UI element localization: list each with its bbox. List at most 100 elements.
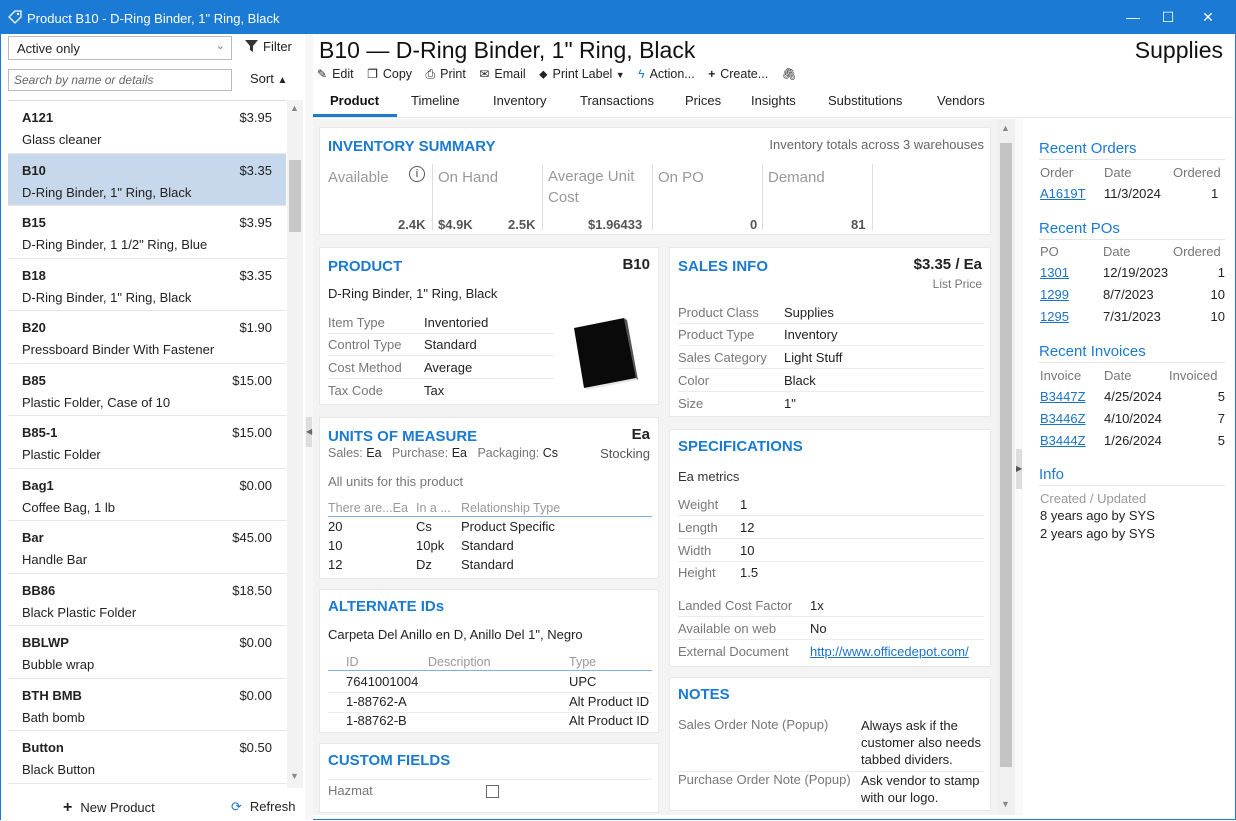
row-divider bbox=[328, 333, 554, 334]
collapse-right-icon[interactable]: ▶ bbox=[1016, 449, 1022, 489]
product-list-item[interactable]: Bar $45.00 Handle Bar bbox=[8, 521, 286, 574]
on-hand-qty: 2.5K bbox=[508, 217, 536, 232]
product-list-item[interactable]: B85-1 $15.00 Plastic Folder bbox=[8, 416, 286, 469]
product-price: $45.00 bbox=[232, 530, 272, 545]
search-input[interactable]: Search by name or details bbox=[8, 69, 232, 91]
order-link[interactable]: A1619T bbox=[1040, 186, 1086, 201]
po-link[interactable]: 1295 bbox=[1040, 309, 1069, 324]
minimize-button[interactable]: — bbox=[1123, 7, 1143, 27]
tax-code-label: Tax Code bbox=[328, 383, 383, 398]
collapse-left-icon[interactable]: ◀ bbox=[306, 417, 312, 447]
product-list-pane: Active only ⌄ Filter Search by name or d… bbox=[1, 34, 305, 820]
tab-product[interactable]: Product bbox=[330, 93, 379, 108]
product-code: B18 bbox=[22, 267, 46, 283]
product-list-item[interactable]: B10 $3.35 D-Ring Binder, 1" Ring, Black bbox=[8, 153, 286, 206]
invoices-date: 4/25/2024 bbox=[1104, 389, 1162, 404]
scroll-down-icon[interactable]: ▼ bbox=[290, 771, 299, 781]
print-button[interactable]: ⎙ Print bbox=[426, 67, 466, 81]
email-button[interactable]: ✉ Email bbox=[479, 67, 525, 81]
filter-label: Filter bbox=[263, 39, 292, 54]
status-filter-select[interactable]: Active only ⌄ bbox=[8, 36, 232, 60]
product-price: $15.00 bbox=[232, 425, 272, 440]
product-list-item[interactable]: B20 $1.90 Pressboard Binder With Fastener bbox=[8, 311, 286, 364]
sales-info-title: SALES INFO bbox=[678, 258, 769, 275]
po-link[interactable]: 1299 bbox=[1040, 287, 1069, 302]
right-splitter[interactable]: ▶ bbox=[1015, 119, 1023, 815]
updated-value: 2 years ago by SYS bbox=[1040, 526, 1155, 541]
invoice-link[interactable]: B3446Z bbox=[1040, 411, 1086, 426]
copy-icon: ❐ bbox=[367, 67, 378, 81]
section-divider bbox=[1039, 485, 1225, 486]
product-list-item[interactable]: Bag1 $0.00 Coffee Bag, 1 lb bbox=[8, 468, 286, 521]
refresh-button[interactable]: ⟳ Refresh bbox=[231, 799, 295, 815]
product-description: Black Button bbox=[22, 762, 95, 777]
inventory-summary-card: INVENTORY SUMMARY Inventory totals acros… bbox=[319, 127, 991, 235]
scroll-down-icon[interactable]: ▼ bbox=[1001, 799, 1010, 809]
invoice-link[interactable]: B3447Z bbox=[1040, 389, 1086, 404]
scroll-up-icon[interactable]: ▲ bbox=[1001, 123, 1010, 133]
tab-transactions[interactable]: Transactions bbox=[580, 93, 654, 108]
close-button[interactable]: ✕ bbox=[1198, 7, 1218, 27]
product-price: $3.35 bbox=[239, 267, 272, 283]
product-list-item[interactable]: BB86 $18.50 Black Plastic Folder bbox=[8, 573, 286, 626]
external-document-link[interactable]: http://www.officedepot.com/ bbox=[810, 644, 984, 659]
row-divider bbox=[678, 515, 984, 516]
product-list-item[interactable]: Button $0.50 Black Button bbox=[8, 731, 286, 784]
color-label: Color bbox=[678, 373, 710, 388]
create-button[interactable]: + Create... bbox=[708, 67, 768, 81]
custom-fields-title: CUSTOM FIELDS bbox=[328, 752, 451, 769]
info-icon[interactable]: i bbox=[409, 166, 425, 182]
row-divider bbox=[678, 538, 984, 539]
order-qty: 1 bbox=[1211, 186, 1219, 201]
scroll-up-icon[interactable]: ▲ bbox=[290, 103, 299, 113]
product-price: $18.50 bbox=[232, 582, 272, 598]
width-value: 10 bbox=[740, 543, 755, 558]
product-type-value: Inventory bbox=[784, 327, 838, 342]
uom-col-header: There are...Ea bbox=[328, 501, 408, 515]
sort-button[interactable]: Sort ▲ bbox=[250, 71, 287, 86]
print-label-button[interactable]: ⬥ Print Label ▼ bbox=[539, 67, 625, 81]
po-link[interactable]: 1301 bbox=[1040, 265, 1069, 280]
tab-vendors[interactable]: Vendors bbox=[937, 93, 985, 108]
orders-col-header: Order bbox=[1040, 165, 1074, 180]
color-value: Black bbox=[784, 373, 816, 388]
alt-id-cell: UPC bbox=[569, 674, 597, 689]
hazmat-checkbox[interactable] bbox=[486, 785, 499, 798]
product-list-item[interactable]: BBLWP $0.00 Bubble wrap bbox=[8, 626, 286, 679]
tab-substitutions[interactable]: Substitutions bbox=[828, 93, 902, 108]
product-image[interactable] bbox=[572, 318, 640, 392]
left-splitter[interactable]: ◀ bbox=[305, 34, 313, 820]
edit-button[interactable]: ✎ Edit bbox=[317, 67, 354, 81]
filter-button[interactable]: Filter bbox=[245, 39, 292, 54]
recent-invoices-title: Recent Invoices bbox=[1039, 343, 1146, 360]
invoice-link[interactable]: B3444Z bbox=[1040, 433, 1086, 448]
product-list-item[interactable]: B85 $15.00 Plastic Folder, Case of 10 bbox=[8, 363, 286, 416]
product-list-item[interactable]: B15 $3.95 D-Ring Binder, 1 1/2" Ring, Blue bbox=[8, 206, 286, 259]
copy-button[interactable]: ❐ Copy bbox=[367, 67, 412, 81]
maximize-button[interactable]: ☐ bbox=[1158, 7, 1178, 27]
attachment-button[interactable]: 🖇 bbox=[782, 67, 802, 81]
sales-order-note-label: Sales Order Note (Popup) bbox=[678, 717, 829, 732]
units-of-measure-card: UNITS OF MEASURE Ea Sales: Ea Purchase: … bbox=[319, 417, 659, 579]
product-list-item[interactable]: B18 $3.35 D-Ring Binder, 1" Ring, Black bbox=[8, 258, 286, 311]
tab-timeline[interactable]: Timeline bbox=[411, 93, 460, 108]
content-scrollbar[interactable]: ▲ ▼ bbox=[997, 119, 1015, 815]
action-button[interactable]: ϟ Action... bbox=[638, 67, 695, 81]
row-divider bbox=[678, 561, 984, 562]
scrollbar-thumb[interactable] bbox=[1000, 143, 1012, 767]
product-description: Bubble wrap bbox=[22, 657, 95, 672]
scrollbar-thumb[interactable] bbox=[289, 160, 301, 232]
product-list-scrollbar[interactable]: ▲ ▼ bbox=[287, 100, 303, 788]
height-label: Height bbox=[678, 565, 716, 580]
tab-insights[interactable]: Insights bbox=[751, 93, 796, 108]
uom-cell: Cs bbox=[416, 519, 432, 534]
pos-col-header: Ordered bbox=[1173, 244, 1221, 259]
purchase-order-note-label: Purchase Order Note (Popup) bbox=[678, 772, 851, 787]
product-list-item[interactable]: A121 $3.95 Glass cleaner bbox=[8, 101, 286, 154]
tab-inventory[interactable]: Inventory bbox=[493, 93, 546, 108]
size-label: Size bbox=[678, 396, 704, 411]
new-product-button[interactable]: + New Product bbox=[63, 799, 155, 817]
pos-col-header: PO bbox=[1040, 244, 1059, 259]
product-list-item[interactable]: BTH BMB $0.00 Bath bomb bbox=[8, 678, 286, 731]
tab-prices[interactable]: Prices bbox=[685, 93, 721, 108]
